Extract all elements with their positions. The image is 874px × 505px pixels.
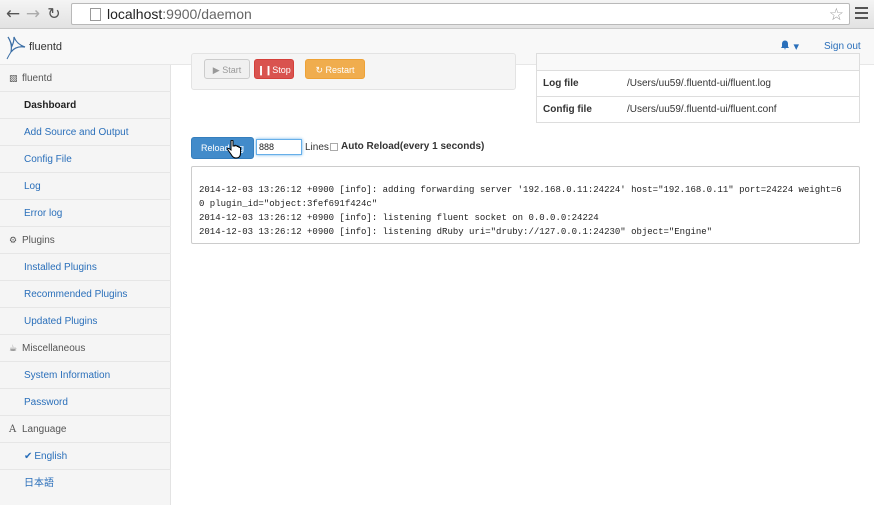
sidebar-item-installed-plugins[interactable]: Installed Plugins (0, 254, 171, 281)
config-file-value: /Users/uu59/.fluentd-ui/fluent.conf (627, 104, 777, 115)
reload-log-button[interactable]: Reload log (191, 137, 254, 159)
coffee-icon: ☕ (9, 344, 18, 354)
sidebar-item-dashboard[interactable]: Dashboard (0, 92, 171, 119)
font-icon: A (9, 424, 17, 435)
sidebar-item-add-source-and-output[interactable]: Add Source and Output (0, 119, 171, 146)
config-file-label: Config file (543, 104, 592, 115)
gears-icon: ⚙ (9, 236, 18, 246)
table-row (537, 54, 859, 70)
chevron-down-icon: ▾ (793, 40, 800, 53)
stop-button[interactable]: ❙❙Stop (254, 59, 294, 79)
sidebar-item-error-log[interactable]: Error log (0, 200, 171, 227)
log-file-label: Log file (543, 78, 579, 89)
brand-name: fluentd (29, 41, 63, 53)
sidebar-head-language: A Language (0, 416, 171, 443)
fluentd-bird-logo-icon (6, 36, 26, 60)
browser-toolbar: ← → ↻ localhost:9900/daemon ☆ (0, 0, 874, 29)
page-icon (90, 8, 101, 21)
sidebar-item-recommended-plugins[interactable]: Recommended Plugins (0, 281, 171, 308)
log-file-value: /Users/uu59/.fluentd-ui/fluent.log (627, 78, 771, 89)
sidebar: ▧ fluentd Dashboard Add Source and Output… (0, 65, 171, 505)
bell-icon (781, 40, 789, 50)
page: ← → ↻ localhost:9900/daemon ☆ fluentd ▾ … (0, 0, 874, 505)
log-line: 2014-12-03 13:26:12 +0900 [info]: adding… (199, 185, 842, 195)
auto-reload-label: Auto Reload(every 1 seconds) (341, 141, 485, 152)
bookmark-star-icon[interactable]: ☆ (829, 5, 844, 25)
play-icon: ▶ (212, 65, 220, 75)
back-arrow-icon[interactable]: ← (3, 4, 23, 24)
sidebar-item-japanese[interactable]: 日本語 (0, 470, 171, 497)
start-button[interactable]: ▶ Start (204, 59, 250, 79)
restart-button[interactable]: ↻ Restart (305, 59, 365, 79)
sign-out-link[interactable]: Sign out (824, 41, 861, 52)
sidebar-item-system-information[interactable]: System Information (0, 362, 171, 389)
sidebar-head-miscellaneous: ☕ Miscellaneous (0, 335, 171, 362)
sidebar-item-updated-plugins[interactable]: Updated Plugins (0, 308, 171, 335)
lines-label: Lines (305, 142, 329, 153)
sidebar-head-plugins: ⚙ Plugins (0, 227, 171, 254)
sidebar-item-log[interactable]: Log (0, 173, 171, 200)
refresh-icon: ↻ (315, 65, 323, 75)
forward-arrow-icon[interactable]: → (23, 4, 43, 24)
daemon-control-panel: ▶ Start ❙❙Stop ↻ Restart (191, 53, 516, 90)
menu-icon[interactable] (855, 7, 868, 20)
hand-cursor-icon (227, 140, 241, 159)
pause-icon: ❙❙ (257, 65, 273, 75)
address-bar[interactable]: localhost:9900/daemon ☆ (71, 3, 850, 25)
log-line: 0 plugin_id="object:3fef691f424c" (199, 199, 378, 209)
daemon-info-table: Log file /Users/uu59/.fluentd-ui/fluent.… (536, 53, 860, 123)
table-row: Log file /Users/uu59/.fluentd-ui/fluent.… (537, 70, 859, 96)
sitemap-icon: ▧ (9, 74, 18, 84)
sidebar-item-english[interactable]: ✔ English (0, 443, 171, 470)
table-row: Config file /Users/uu59/.fluentd-ui/flue… (537, 96, 859, 122)
brand-link[interactable]: fluentd (5, 33, 62, 61)
sidebar-head-fluentd: ▧ fluentd (0, 65, 171, 92)
reload-icon[interactable]: ↻ (44, 4, 64, 24)
log-line: 2014-12-03 13:26:12 +0900 [info]: listen… (199, 227, 713, 237)
notification-bell[interactable]: ▾ (780, 40, 799, 53)
log-output: 2014-12-03 13:26:12 +0900 [info]: adding… (191, 166, 860, 244)
auto-reload-checkbox[interactable] (330, 143, 338, 151)
log-line: 2014-12-03 13:26:12 +0900 [info]: listen… (199, 213, 599, 223)
sidebar-item-config-file[interactable]: Config File (0, 146, 171, 173)
check-icon: ✔ (24, 451, 33, 462)
sidebar-item-password[interactable]: Password (0, 389, 171, 416)
url-text: localhost:9900/daemon (107, 6, 252, 22)
lines-input[interactable] (256, 139, 302, 155)
